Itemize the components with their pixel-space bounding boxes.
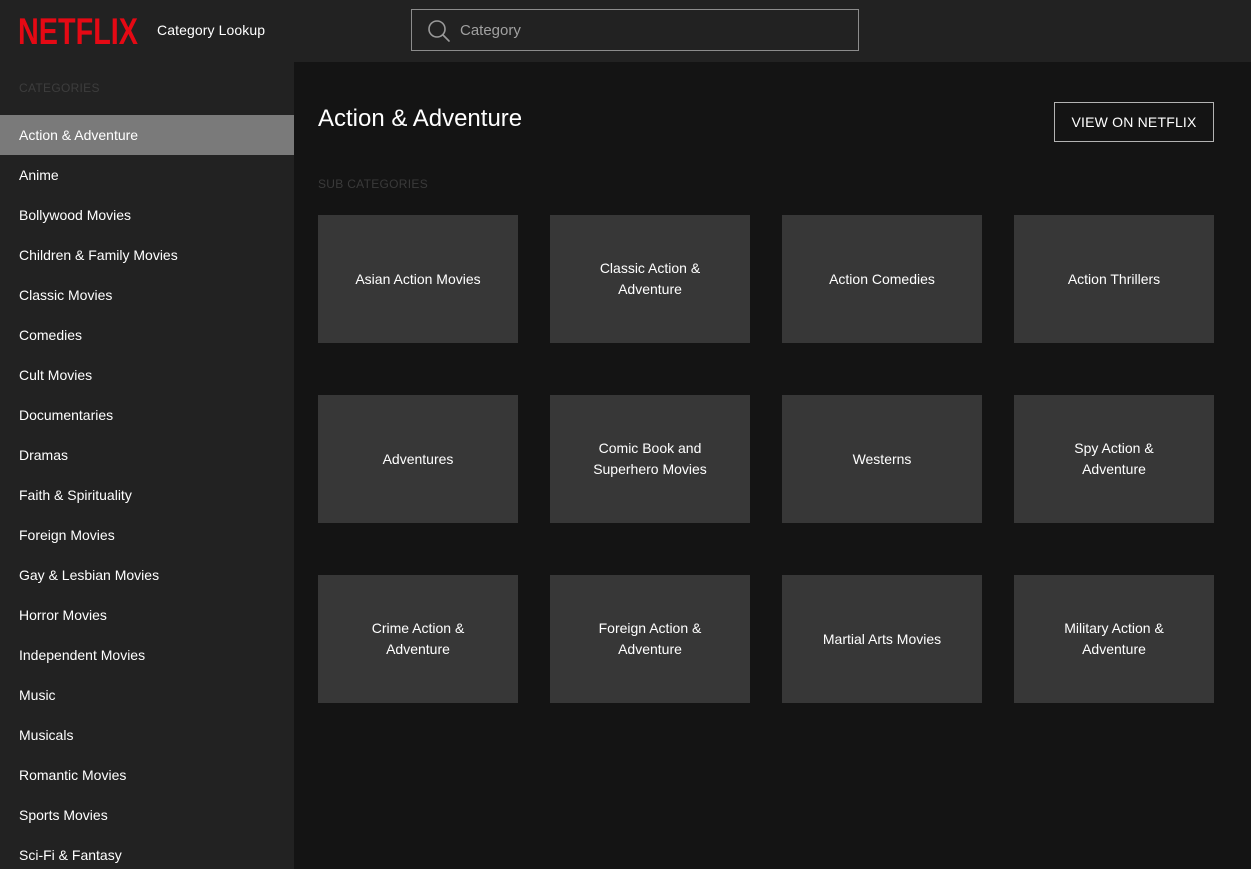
subcategory-tile[interactable]: Military Action & Adventure xyxy=(1014,575,1214,703)
subcategory-tile[interactable]: Crime Action & Adventure xyxy=(318,575,518,703)
main-content: Action & Adventure VIEW ON NETFLIX SUB C… xyxy=(294,62,1251,869)
subcategory-tile[interactable]: Comic Book and Superhero Movies xyxy=(550,395,750,523)
sidebar-item-independent[interactable]: Independent Movies xyxy=(0,635,294,675)
subcategory-label: Action Comedies xyxy=(829,270,935,287)
sidebar-item-children-family[interactable]: Children & Family Movies xyxy=(0,235,294,275)
category-list: Action & Adventure Anime Bollywood Movie… xyxy=(0,115,294,869)
subcategory-label: Crime Action & Adventure xyxy=(371,620,465,657)
subcategory-tile[interactable]: Foreign Action & Adventure xyxy=(550,575,750,703)
sidebar-item-musicals[interactable]: Musicals xyxy=(0,715,294,755)
subcategory-tile[interactable]: Adventures xyxy=(318,395,518,523)
subcategory-label: Comic Book and Superhero Movies xyxy=(593,440,707,477)
subcategories-heading: SUB CATEGORIES xyxy=(318,177,428,191)
top-bar: NETFLIX Category Lookup xyxy=(0,0,1251,62)
sidebar-item-bollywood[interactable]: Bollywood Movies xyxy=(0,195,294,235)
view-on-netflix-button[interactable]: VIEW ON NETFLIX xyxy=(1054,102,1214,142)
subcategory-label: Foreign Action & Adventure xyxy=(598,620,702,657)
categories-heading: CATEGORIES xyxy=(19,81,100,95)
sidebar-item-anime[interactable]: Anime xyxy=(0,155,294,195)
sidebar-item-sports[interactable]: Sports Movies xyxy=(0,795,294,835)
subcategory-label: Martial Arts Movies xyxy=(822,630,942,647)
subcategory-tile[interactable]: Action Thrillers xyxy=(1014,215,1214,343)
sidebar-item-cult[interactable]: Cult Movies xyxy=(0,355,294,395)
sidebar-item-romantic[interactable]: Romantic Movies xyxy=(0,755,294,795)
netflix-logo-text: NETFLIX xyxy=(18,11,138,51)
sidebar-item-foreign[interactable]: Foreign Movies xyxy=(0,515,294,555)
sidebar-item-music[interactable]: Music xyxy=(0,675,294,715)
search-input[interactable] xyxy=(460,10,850,50)
subcategory-tile[interactable]: Spy Action & Adventure xyxy=(1014,395,1214,523)
sidebar-item-classic[interactable]: Classic Movies xyxy=(0,275,294,315)
subcategory-grid: Asian Action Movies Classic Action & Adv… xyxy=(318,215,1214,703)
subcategory-label: Adventures xyxy=(382,450,454,467)
subcategory-tile[interactable]: Asian Action Movies xyxy=(318,215,518,343)
sidebar-item-action-adventure[interactable]: Action & Adventure xyxy=(0,115,294,155)
sidebar-item-comedies[interactable]: Comedies xyxy=(0,315,294,355)
sidebar-item-documentaries[interactable]: Documentaries xyxy=(0,395,294,435)
app-title: Category Lookup xyxy=(157,22,266,38)
netflix-logo[interactable]: NETFLIX xyxy=(18,9,140,51)
subcategory-label: Military Action & Adventure xyxy=(1064,620,1164,657)
subcategory-label: Action Thrillers xyxy=(1067,270,1161,287)
sidebar-item-horror[interactable]: Horror Movies xyxy=(0,595,294,635)
subcategory-label: Classic Action & Adventure xyxy=(599,260,701,297)
subcategory-label: Asian Action Movies xyxy=(355,270,481,287)
subcategory-tile[interactable]: Classic Action & Adventure xyxy=(550,215,750,343)
subcategory-label: Westerns xyxy=(852,450,912,467)
sidebar-item-gay-lesbian[interactable]: Gay & Lesbian Movies xyxy=(0,555,294,595)
sidebar-item-dramas[interactable]: Dramas xyxy=(0,435,294,475)
subcategory-label: Spy Action & Adventure xyxy=(1074,440,1154,477)
search-box[interactable] xyxy=(411,9,859,51)
subcategory-tile[interactable]: Martial Arts Movies xyxy=(782,575,982,703)
search-icon xyxy=(427,19,451,43)
sidebar-item-faith[interactable]: Faith & Spirituality xyxy=(0,475,294,515)
subcategory-tile[interactable]: Westerns xyxy=(782,395,982,523)
subcategory-tile[interactable]: Action Comedies xyxy=(782,215,982,343)
page-title: Action & Adventure xyxy=(318,105,523,132)
sidebar: CATEGORIES Action & Adventure Anime Boll… xyxy=(0,62,294,869)
sidebar-item-scifi-fantasy[interactable]: Sci-Fi & Fantasy xyxy=(0,835,294,869)
